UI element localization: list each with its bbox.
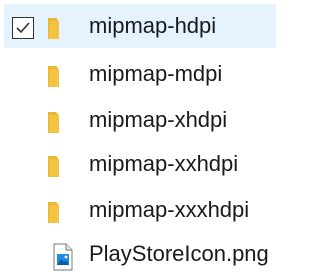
item-label: PlayStoreIcon.png	[89, 241, 269, 266]
folder-icon	[46, 199, 76, 225]
item-label: mipmap-hdpi	[89, 13, 217, 38]
list-item-playstoreicon-png[interactable]: PlayStoreIcon.png	[0, 232, 299, 276]
folder-icon	[46, 15, 76, 41]
item-checkbox[interactable]	[12, 17, 34, 39]
list-item-mipmap-xhdpi[interactable]: mipmap-xhdpi	[0, 98, 299, 142]
list-item-mipmap-hdpi[interactable]: mipmap-hdpi	[4, 4, 276, 48]
item-label: mipmap-xhdpi	[89, 107, 228, 132]
image-file-icon	[46, 243, 76, 271]
item-label: mipmap-mdpi	[89, 61, 223, 86]
list-item-mipmap-xxhdpi[interactable]: mipmap-xxhdpi	[0, 142, 299, 186]
folder-icon	[46, 153, 76, 179]
list-item-mipmap-mdpi[interactable]: mipmap-mdpi	[0, 52, 299, 96]
list-item-mipmap-xxxhdpi[interactable]: mipmap-xxxhdpi	[0, 188, 299, 232]
file-list: mipmap-hdpi mipmap-mdpi mipmap-xhdpi mip…	[0, 0, 299, 278]
checkmark-icon	[16, 22, 30, 34]
folder-icon	[46, 109, 76, 135]
item-label: mipmap-xxhdpi	[89, 151, 239, 176]
item-label: mipmap-xxxhdpi	[89, 197, 250, 222]
folder-icon	[46, 63, 76, 89]
